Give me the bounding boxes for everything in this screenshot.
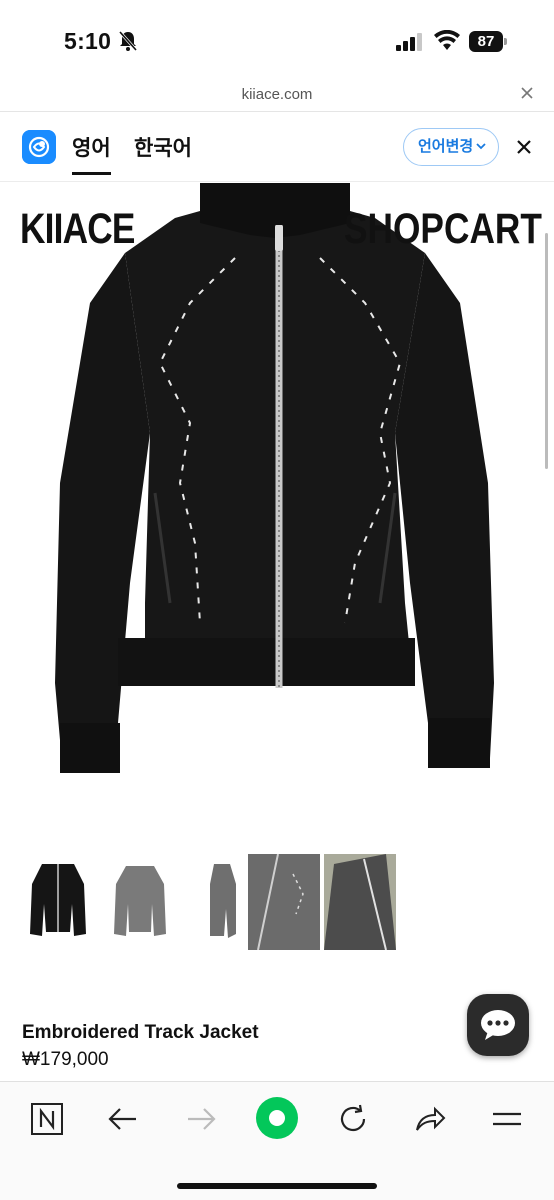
arrow-left-icon[interactable]: [106, 1102, 140, 1136]
tab-english[interactable]: 영어: [72, 132, 111, 175]
menu-icon[interactable]: [490, 1102, 524, 1136]
web-page: KIIACE SHOP CART Embroidered Track Jacke…: [0, 183, 554, 1081]
change-language-label: 언어변경: [418, 138, 474, 155]
bell-slash-icon: [118, 31, 138, 51]
brand-logo[interactable]: KIIACE: [20, 205, 135, 254]
naver-n-icon[interactable]: [30, 1102, 64, 1136]
close-icon[interactable]: [516, 139, 532, 155]
status-bar: 5:10 87: [0, 0, 554, 80]
reload-icon[interactable]: [336, 1102, 370, 1136]
product-title: Embroidered Track Jacket: [22, 1022, 259, 1043]
url-text[interactable]: kiiace.com: [0, 86, 554, 103]
wifi-icon: [434, 30, 460, 50]
change-language-button[interactable]: 언어변경: [403, 128, 499, 166]
thumbnail-detail-2[interactable]: [324, 854, 396, 950]
thumbnail-front[interactable]: [22, 854, 94, 950]
thumbnail-detail-1[interactable]: [248, 854, 320, 950]
scrollbar[interactable]: [545, 233, 548, 469]
status-time: 5:10: [64, 28, 112, 54]
chat-icon: [481, 1010, 515, 1040]
arrow-right-icon[interactable]: [184, 1102, 218, 1136]
thumbnail-back[interactable]: [104, 854, 176, 950]
close-icon[interactable]: [520, 86, 534, 100]
battery-level: 87: [469, 31, 503, 52]
battery-cap: [504, 38, 507, 45]
product-price: ₩179,000: [22, 1049, 109, 1070]
signal-icon: [396, 33, 422, 51]
url-bar[interactable]: kiiace.com: [0, 80, 554, 112]
chat-button[interactable]: [467, 994, 529, 1056]
battery-indicator: 87: [469, 31, 507, 52]
translate-logo-icon: [22, 130, 56, 164]
nav-cart-link[interactable]: CART: [444, 205, 542, 254]
share-icon[interactable]: [413, 1102, 447, 1136]
product-image[interactable]: [0, 183, 554, 823]
tab-korean[interactable]: 한국어: [134, 132, 192, 162]
green-circle-icon[interactable]: [255, 1096, 299, 1140]
translate-bar: 영어 한국어 언어변경: [0, 112, 554, 182]
home-indicator[interactable]: [177, 1183, 377, 1189]
nav-shop-link[interactable]: SHOP: [344, 205, 444, 254]
chevron-down-icon: [476, 143, 486, 150]
thumbnail-strip: [22, 854, 402, 950]
